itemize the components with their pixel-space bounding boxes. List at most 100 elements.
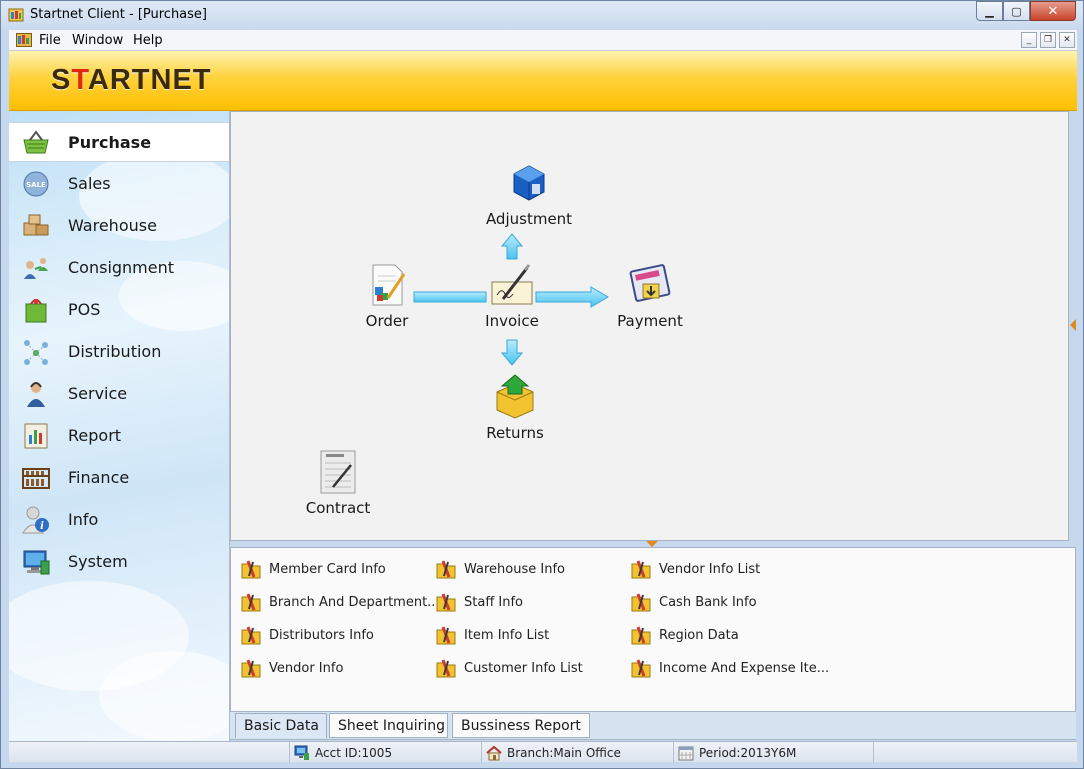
sidebar-item-consignment[interactable]: Consignment (9, 248, 229, 288)
data-link-label: Region Data (659, 627, 739, 643)
status-account: Acct ID:1005 (289, 742, 481, 763)
child-restore-button[interactable]: ❐ (1040, 32, 1056, 48)
data-link-label: Income And Expense Ite... (659, 660, 830, 676)
document-menu-icon[interactable] (16, 33, 32, 47)
account-id-text: Acct ID:1005 (315, 745, 393, 760)
link-vendor-info-list[interactable]: Vendor Info List (630, 558, 760, 580)
flow-node-label: Adjustment (485, 210, 573, 228)
app-icon (8, 8, 24, 22)
home-icon (486, 745, 502, 760)
network-computer-icon (294, 745, 309, 760)
sidebar-item-label: Purchase (68, 133, 152, 152)
status-bar: Acct ID:1005 Branch:Main Office Period:2… (9, 741, 1077, 763)
sidebar-item-label: Consignment (68, 258, 175, 277)
tab-sheet-inquiring[interactable]: Sheet Inquiring (329, 713, 448, 738)
shopping-basket-icon (23, 130, 49, 154)
logo-accent: T (71, 64, 88, 96)
flow-node-adjustment[interactable]: Adjustment (479, 160, 579, 228)
menu-window[interactable]: Window (72, 33, 123, 48)
payment-card-icon (629, 264, 671, 302)
folder-tools-icon (631, 659, 651, 678)
close-button[interactable]: ✕ (1030, 1, 1076, 21)
abacus-icon (22, 468, 50, 489)
flow-node-returns[interactable]: Returns (465, 374, 565, 442)
contract-document-icon (320, 450, 356, 494)
sidebar-item-pos[interactable]: POS (9, 290, 229, 330)
sidebar-item-system[interactable]: System (9, 542, 229, 582)
invoice-signature-icon (491, 264, 533, 305)
flow-node-label: Order (365, 312, 409, 330)
startnet-logo: STARTNET (51, 64, 212, 97)
order-document-icon (372, 264, 406, 306)
link-income-and-expense[interactable]: Income And Expense Ite... (630, 657, 829, 679)
shopping-bag-icon (25, 299, 47, 323)
flow-node-invoice[interactable]: Invoice (462, 262, 562, 330)
data-link-label: Item Info List (464, 627, 550, 643)
user-info-icon: i (22, 506, 49, 534)
flow-node-contract[interactable]: Contract (288, 449, 388, 517)
link-distributors-info[interactable]: Distributors Info (240, 624, 374, 646)
sidebar-item-report[interactable]: Report (9, 416, 229, 456)
sidebar-item-info[interactable]: i Info (9, 500, 229, 540)
data-link-label: Member Card Info (269, 561, 386, 577)
status-branch: Branch:Main Office (481, 742, 673, 763)
sidebar-item-label: Warehouse (68, 216, 157, 235)
data-link-label: Distributors Info (269, 627, 374, 643)
adjustment-cube-icon (513, 165, 545, 201)
maximize-button[interactable]: ▢ (1003, 1, 1030, 21)
branch-text: Branch:Main Office (507, 745, 621, 760)
bottom-tab-strip: Basic Data Sheet Inquiring Bussiness Rep… (230, 712, 1076, 740)
network-dots-icon (24, 340, 48, 365)
child-minimize-button[interactable]: _ (1021, 32, 1037, 48)
window-title: Startnet Client - [Purchase] (30, 7, 207, 22)
child-close-button[interactable]: ✕ (1059, 32, 1075, 48)
sidebar-item-label: Distribution (68, 342, 162, 361)
module-sidebar: Purchase SALE Sales Warehouse Consignmen… (9, 111, 230, 741)
link-customer-info-list[interactable]: Customer Info List (435, 657, 583, 679)
tab-business-report[interactable]: Bussiness Report (452, 713, 590, 738)
status-period: Period:2013Y6M (673, 742, 873, 763)
folder-tools-icon (631, 593, 651, 612)
folder-tools-icon (631, 560, 651, 579)
app-window: Startnet Client - [Purchase] ▁ ▢ ✕ File … (0, 0, 1084, 769)
sidebar-item-sales[interactable]: SALE Sales (9, 164, 229, 204)
svg-text:i: i (40, 521, 44, 532)
sidebar-item-label: Info (68, 510, 99, 529)
link-warehouse-info[interactable]: Warehouse Info (435, 558, 565, 580)
folder-tools-icon (436, 593, 456, 612)
sidebar-item-label: Service (68, 384, 128, 403)
collapse-right-grip[interactable] (1070, 319, 1076, 331)
link-vendor-info[interactable]: Vendor Info (240, 657, 343, 679)
link-branch-and-department[interactable]: Branch And Department... (240, 591, 440, 613)
menu-file[interactable]: File (39, 33, 61, 48)
flow-node-order[interactable]: Order (337, 262, 437, 330)
sidebar-item-distribution[interactable]: Distribution (9, 332, 229, 372)
flow-node-label: Payment (617, 312, 683, 330)
flow-node-payment[interactable]: Payment (600, 262, 700, 330)
status-empty-cell (873, 742, 1077, 763)
sidebar-item-warehouse[interactable]: Warehouse (9, 206, 229, 246)
link-member-card-info[interactable]: Member Card Info (240, 558, 386, 580)
sidebar-item-finance[interactable]: Finance (9, 458, 229, 498)
data-link-label: Vendor Info List (659, 561, 761, 577)
link-item-info-list[interactable]: Item Info List (435, 624, 549, 646)
link-cash-bank-info[interactable]: Cash Bank Info (630, 591, 757, 613)
link-staff-info[interactable]: Staff Info (435, 591, 523, 613)
folder-tools-icon (436, 626, 456, 645)
sidebar-item-purchase[interactable]: Purchase (9, 122, 229, 162)
menu-help[interactable]: Help (133, 33, 163, 48)
title-bar[interactable]: Startnet Client - [Purchase] ▁ ▢ ✕ (1, 1, 1083, 30)
sidebar-item-service[interactable]: Service (9, 374, 229, 414)
sidebar-item-label: POS (68, 300, 101, 319)
sale-badge-icon: SALE (23, 171, 49, 197)
sidebar-item-label: System (68, 552, 128, 571)
tab-basic-data[interactable]: Basic Data (235, 713, 327, 738)
brand-banner: STARTNET (9, 51, 1077, 111)
folder-tools-icon (241, 560, 261, 579)
folder-tools-icon (241, 659, 261, 678)
returns-box-icon (496, 374, 534, 419)
minimize-button[interactable]: ▁ (976, 1, 1003, 21)
link-region-data[interactable]: Region Data (630, 624, 739, 646)
data-link-label: Cash Bank Info (659, 594, 757, 610)
people-transfer-icon (24, 258, 48, 279)
